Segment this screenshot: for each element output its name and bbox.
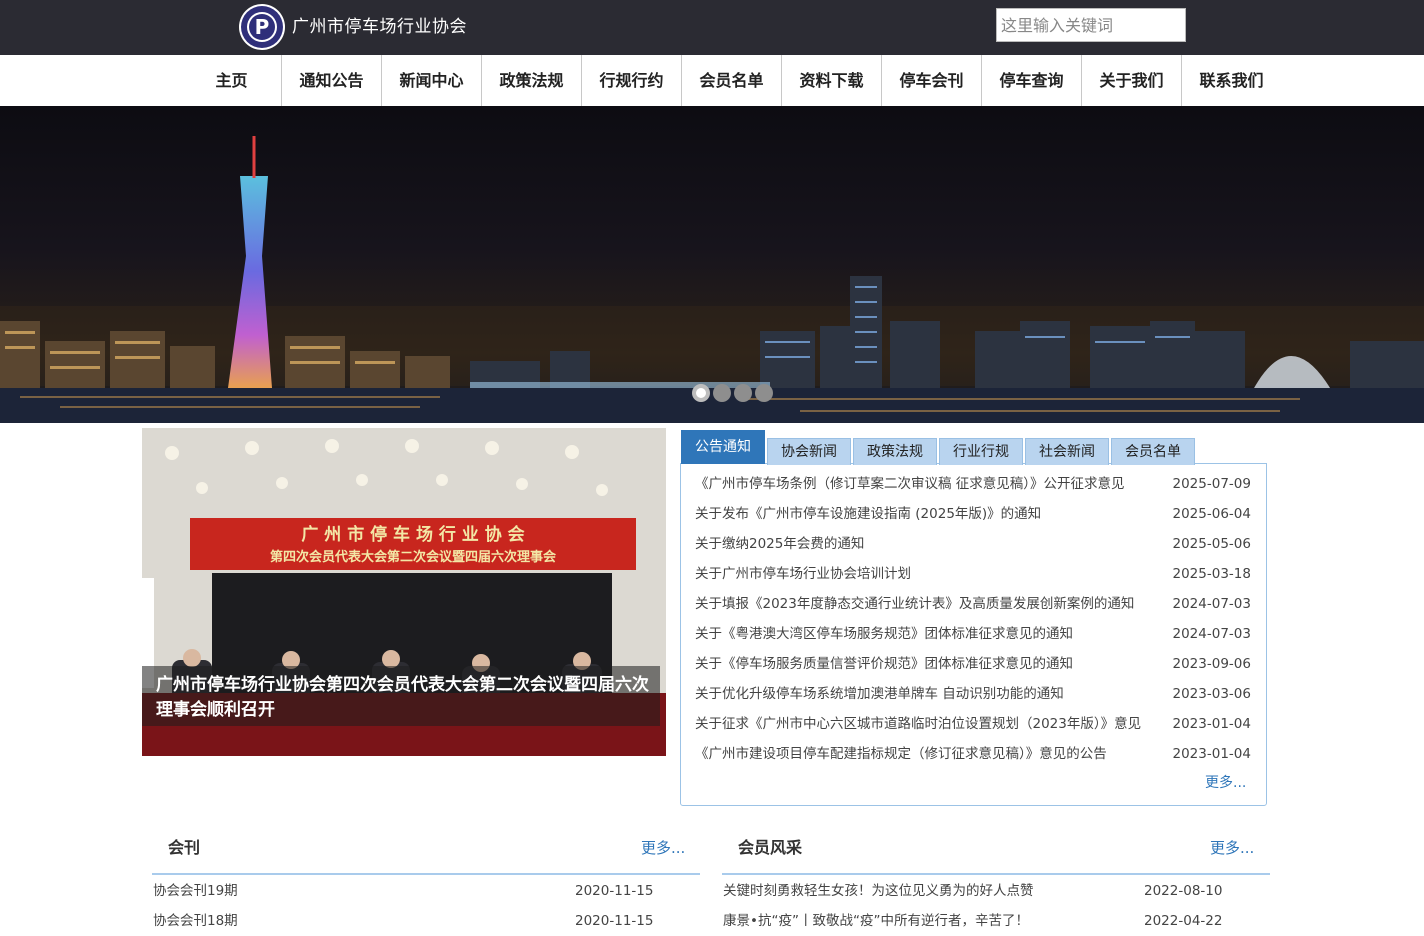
notice-row: 关于发布《广州市停车设施建设指南 (2025年版)》的通知 2025-06-04 <box>695 499 1255 529</box>
svg-text:P: P <box>255 15 270 39</box>
carousel-dot-4[interactable] <box>755 384 773 402</box>
journal-item-date: 2020-11-15 <box>575 913 654 929</box>
notice-title-link[interactable]: 《广州市建设项目停车配建指标规定（修订征求意见稿）》意见的公告 <box>695 739 1163 769</box>
tab-2[interactable]: 政策法规 <box>853 438 937 465</box>
carousel-dot-2[interactable] <box>713 384 731 402</box>
notice-date: 2024-07-03 <box>1172 596 1251 612</box>
hero-banner[interactable] <box>0 106 1424 423</box>
journal-section-title: 会刊 <box>168 838 201 857</box>
notice-more-link[interactable]: 更多... <box>1205 772 1246 792</box>
notice-date: 2023-09-06 <box>1172 656 1251 672</box>
notice-date: 2025-05-06 <box>1172 536 1251 552</box>
banner-text-line1: 广 州 市 停 车 场 行 业 协 会 <box>301 524 524 545</box>
members-item-link[interactable]: 康景•抗“疫”丨致敬战“疫”中所有逆行者，辛苦了！ <box>723 906 1029 936</box>
notice-tabs: 公告通知 协会新闻 政策法规 行业行规 社会新闻 会员名单 <box>681 430 1195 465</box>
notice-title-link[interactable]: 关于缴纳2025年会费的通知 <box>695 529 1163 559</box>
notice-title-link[interactable]: 关于广州市停车场行业协会培训计划 <box>695 559 1163 589</box>
notice-date: 2025-06-04 <box>1172 506 1251 522</box>
journal-more-link[interactable]: 更多... <box>641 833 685 863</box>
nav-item-7[interactable]: 停车会刊 <box>881 55 981 106</box>
journal-item-date: 2020-11-15 <box>575 883 654 899</box>
notice-title-link[interactable]: 关于《停车场服务质量信誉评价规范》团体标准征求意见的通知 <box>695 649 1163 679</box>
notice-date: 2025-07-09 <box>1172 476 1251 492</box>
notice-list: 《广州市停车场条例（修订草案二次审议稿 征求意见稿）》公开征求意见 2025-07… <box>695 469 1255 769</box>
nav-item-1[interactable]: 通知公告 <box>281 55 381 106</box>
carousel-dot-1[interactable] <box>692 384 710 402</box>
notice-row: 《广州市停车场条例（修订草案二次审议稿 征求意见稿）》公开征求意见 2025-07… <box>695 469 1255 499</box>
nav-item-5[interactable]: 会员名单 <box>681 55 781 106</box>
notice-date: 2023-03-06 <box>1172 686 1251 702</box>
journal-divider <box>152 873 700 875</box>
notice-date: 2023-01-04 <box>1172 716 1251 732</box>
members-divider <box>722 873 1270 875</box>
notice-date: 2025-03-18 <box>1172 566 1251 582</box>
members-item-date: 2022-04-22 <box>1144 913 1223 929</box>
notice-title-link[interactable]: 关于优化升级停车场系统增加澳港单牌车 自动识别功能的通知 <box>695 679 1163 709</box>
main-nav: 主页 通知公告 新闻中心 政策法规 行规行约 会员名单 资料下载 停车会刊 停车查询 关于我们 联系… <box>0 55 1424 106</box>
city-night-skyline-image <box>0 136 1424 423</box>
nav-item-10[interactable]: 联系我们 <box>1181 55 1281 106</box>
members-item-date: 2022-08-10 <box>1144 883 1223 899</box>
notice-row: 关于缴纳2025年会费的通知 2025-05-06 <box>695 529 1255 559</box>
feature-caption[interactable]: 广州市停车场行业协会第四次会员代表大会第二次会议暨四届六次理事会顺利召开 <box>156 673 652 723</box>
tab-5[interactable]: 会员名单 <box>1111 438 1195 465</box>
notice-row: 关于优化升级停车场系统增加澳港单牌车 自动识别功能的通知 2023-03-06 <box>695 679 1255 709</box>
site-title[interactable]: 广州市停车场行业协会 <box>292 12 467 37</box>
notice-row: 关于《粤港澳大湾区停车场服务规范》团体标准征求意见的通知 2024-07-03 <box>695 619 1255 649</box>
notice-row: 关于征求《广州市中心六区城市道路临时泊位设置规划（2023年版）》意见 2023-… <box>695 709 1255 739</box>
notice-title-link[interactable]: 关于发布《广州市停车设施建设指南 (2025年版)》的通知 <box>695 499 1163 529</box>
nav-item-8[interactable]: 停车查询 <box>981 55 1081 106</box>
tab-4[interactable]: 社会新闻 <box>1025 438 1109 465</box>
members-section-title: 会员风采 <box>738 838 803 857</box>
nav-item-4[interactable]: 行规行约 <box>581 55 681 106</box>
carousel-dots <box>692 384 773 402</box>
journal-item-link[interactable]: 协会会刊19期 <box>153 876 238 906</box>
tab-3[interactable]: 行业行规 <box>939 438 1023 465</box>
journal-item-link[interactable]: 协会会刊18期 <box>153 906 238 936</box>
nav-item-9[interactable]: 关于我们 <box>1081 55 1181 106</box>
banner-text-line2: 第四次会员代表大会第二次会议暨四届六次理事会 <box>270 549 557 565</box>
notice-title-link[interactable]: 关于征求《广州市中心六区城市道路临时泊位设置规划（2023年版）》意见 <box>695 709 1163 739</box>
notice-date: 2024-07-03 <box>1172 626 1251 642</box>
nav-item-2[interactable]: 新闻中心 <box>381 55 481 106</box>
top-header: P 广州市停车场行业协会 <box>0 0 1424 55</box>
nav-item-0[interactable]: 主页 <box>182 55 281 106</box>
notice-row: 《广州市建设项目停车配建指标规定（修订征求意见稿）》意见的公告 2023-01-0… <box>695 739 1255 769</box>
notice-title-link[interactable]: 关于填报《2023年度静态交通行业统计表》及高质量发展创新案例的通知 <box>695 589 1163 619</box>
nav-list: 主页 通知公告 新闻中心 政策法规 行规行约 会员名单 资料下载 停车会刊 停车查询 关于我们 联系… <box>182 55 1281 106</box>
tab-0[interactable]: 公告通知 <box>681 430 765 464</box>
carousel-dot-3[interactable] <box>734 384 752 402</box>
notice-row: 关于广州市停车场行业协会培训计划 2025-03-18 <box>695 559 1255 589</box>
search-input[interactable] <box>996 8 1186 42</box>
members-more-link[interactable]: 更多... <box>1210 833 1254 863</box>
notice-date: 2023-01-04 <box>1172 746 1251 762</box>
notice-row: 关于填报《2023年度静态交通行业统计表》及高质量发展创新案例的通知 2024-0… <box>695 589 1255 619</box>
members-item-link[interactable]: 关键时刻勇救轻生女孩！为这位见义勇为的好人点赞 <box>723 876 1034 906</box>
tab-1[interactable]: 协会新闻 <box>767 438 851 465</box>
notice-title-link[interactable]: 关于《粤港澳大湾区停车场服务规范》团体标准征求意见的通知 <box>695 619 1163 649</box>
nav-item-3[interactable]: 政策法规 <box>481 55 581 106</box>
parking-logo-icon[interactable]: P <box>238 3 286 51</box>
notice-title-link[interactable]: 《广州市停车场条例（修订草案二次审议稿 征求意见稿）》公开征求意见 <box>695 469 1163 499</box>
notice-row: 关于《停车场服务质量信誉评价规范》团体标准征求意见的通知 2023-09-06 <box>695 649 1255 679</box>
nav-item-6[interactable]: 资料下载 <box>781 55 881 106</box>
